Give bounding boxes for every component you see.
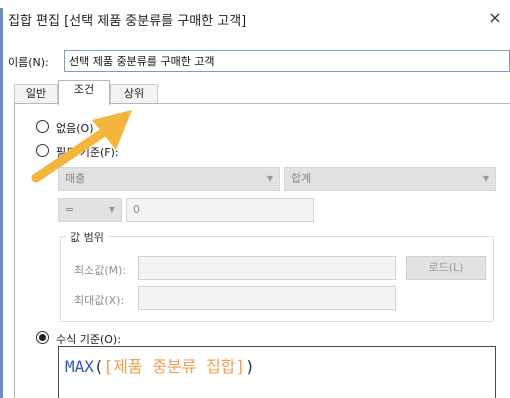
- tab-strip: 일반 조건 상위: [14, 80, 510, 105]
- operator-select-value: =: [65, 203, 75, 216]
- max-value-field[interactable]: [138, 286, 396, 310]
- name-label: 이름(N):: [8, 56, 49, 69]
- radio-by-formula[interactable]: [36, 331, 49, 344]
- callout-arrow-icon: [31, 110, 132, 183]
- chevron-down-icon: ▼: [108, 205, 115, 214]
- max-label: 최대값(X):: [74, 294, 125, 307]
- tab-condition[interactable]: 조건: [58, 80, 110, 105]
- formula-close-paren: ): [245, 357, 255, 376]
- compare-value-field[interactable]: 0: [126, 198, 314, 222]
- compare-value: 0: [133, 203, 140, 216]
- formula-function: MAX: [65, 357, 94, 376]
- chevron-down-icon: ▼: [266, 174, 273, 183]
- edit-set-dialog: 집합 편집 [선택 제품 중분류를 구매한 고객] × 이름(N): 일반 조건…: [0, 0, 510, 398]
- name-input[interactable]: [64, 50, 510, 72]
- formula-field-ref: [제품 중분류 집합]: [103, 357, 246, 376]
- tab-top[interactable]: 상위: [110, 84, 158, 104]
- formula-editor[interactable]: MAX([제품 중분류 집합]): [58, 346, 496, 398]
- aggregate-select-value: 합계: [291, 172, 312, 185]
- min-value-field[interactable]: [138, 256, 396, 280]
- min-label: 최소값(M):: [74, 264, 127, 277]
- tab-general[interactable]: 일반: [14, 84, 58, 104]
- title-bar[interactable]: 집합 편집 [선택 제품 중분류를 구매한 고객] ×: [0, 0, 510, 40]
- chevron-down-icon: ▼: [482, 174, 489, 183]
- load-button[interactable]: 로드(L): [406, 256, 486, 280]
- name-row: 이름(N):: [0, 48, 510, 74]
- operator-select[interactable]: = ▼: [58, 198, 122, 222]
- aggregate-select[interactable]: 합계 ▼: [284, 167, 496, 191]
- formula-open-paren: (: [93, 357, 104, 376]
- radio-by-formula-label: 수식 기준(O):: [56, 333, 121, 346]
- value-range-title: 값 범위: [66, 229, 108, 245]
- dialog-title: 집합 편집 [선택 제품 중분류를 구매한 고객]: [8, 14, 247, 29]
- close-button[interactable]: ×: [484, 6, 506, 30]
- close-icon: ×: [488, 8, 502, 27]
